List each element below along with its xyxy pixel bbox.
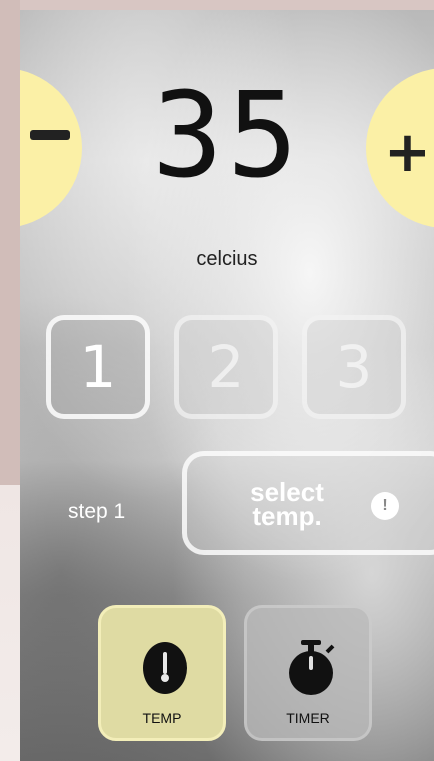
tab-temp-label: TEMP [142,710,182,726]
tab-temp[interactable]: TEMP [98,605,226,741]
step-selector: 1 2 3 [46,315,406,419]
tab-timer-label: TIMER [286,710,330,726]
select-temp-line2: temp. [252,501,322,531]
temperature-unit: celcius [196,248,258,270]
select-temp-button[interactable]: select temp. ! [182,451,434,555]
step-1-button[interactable]: 1 [46,315,150,419]
step-3-button[interactable]: 3 [302,315,406,419]
step-2-button[interactable]: 2 [174,315,278,419]
select-temp-text: select temp. [231,479,343,531]
background-panel [0,0,20,485]
app-screen: + 35 celcius 1 2 3 step 1 select temp. !… [20,10,434,761]
tab-timer[interactable]: TIMER [244,605,372,741]
temperature-value: 35 [151,66,303,204]
thermometer-icon [143,642,187,694]
stopwatch-icon [289,640,335,695]
info-icon[interactable]: ! [371,492,399,520]
current-step-label: step 1 [68,500,126,523]
